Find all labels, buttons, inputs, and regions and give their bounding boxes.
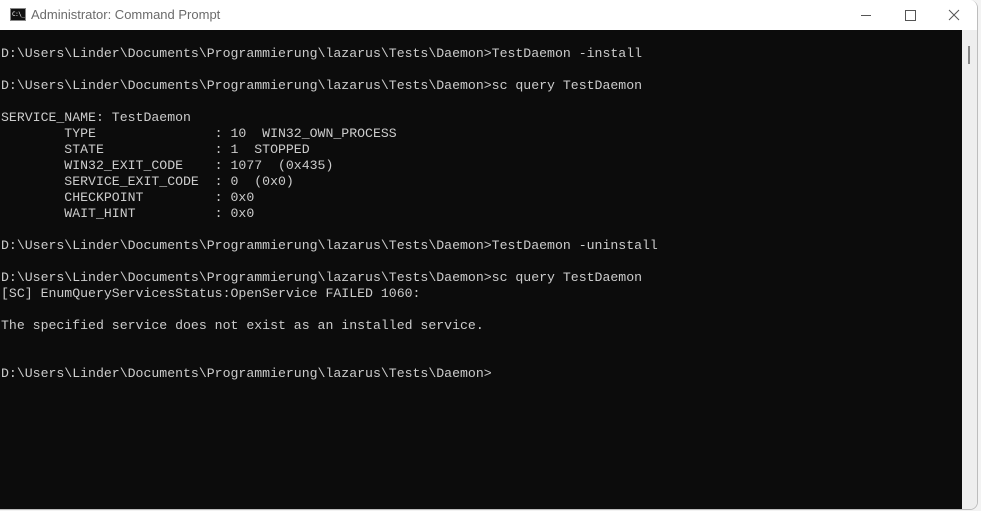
title-bar[interactable]: C:\_ Administrator: Command Prompt [0, 0, 977, 30]
console-line: SERVICE_EXIT_CODE : 0 (0x0) [1, 174, 294, 189]
window-title: Administrator: Command Prompt [31, 7, 221, 22]
console-output[interactable]: D:\Users\Linder\Documents\Programmierung… [0, 30, 962, 509]
maximize-icon [904, 9, 916, 21]
console-line: [SC] EnumQueryServicesStatus:OpenService… [1, 286, 421, 301]
console-line: D:\Users\Linder\Documents\Programmierung… [1, 238, 658, 253]
console-line: TYPE : 10 WIN32_OWN_PROCESS [1, 126, 397, 141]
maximize-button[interactable] [887, 0, 933, 30]
console-line: STATE : 1 STOPPED [1, 142, 310, 157]
console-line: D:\Users\Linder\Documents\Programmierung… [1, 270, 643, 285]
console-line: WAIT_HINT : 0x0 [1, 206, 255, 221]
console-line: D:\Users\Linder\Documents\Programmierung… [1, 46, 643, 61]
console-line: D:\Users\Linder\Documents\Programmierung… [1, 366, 492, 381]
minimize-icon [861, 14, 871, 16]
command-prompt-window: C:\_ Administrator: Command Prompt D:\Us… [0, 0, 978, 510]
app-icon-text: C:\_ [12, 11, 25, 18]
close-button[interactable] [931, 0, 977, 30]
console-line: SERVICE_NAME: TestDaemon [1, 110, 191, 125]
minimize-button[interactable] [843, 0, 889, 30]
console-line: CHECKPOINT : 0x0 [1, 190, 255, 205]
vertical-scrollbar[interactable] [962, 30, 977, 509]
console-line: D:\Users\Linder\Documents\Programmierung… [1, 78, 643, 93]
console-line: The specified service does not exist as … [1, 318, 484, 333]
command-prompt-icon[interactable]: C:\_ [10, 8, 26, 21]
console-lines: D:\Users\Linder\Documents\Programmierung… [1, 46, 658, 382]
console-line: WIN32_EXIT_CODE : 1077 (0x435) [1, 158, 334, 173]
close-icon [948, 9, 960, 21]
scrollbar-thumb[interactable] [968, 46, 970, 64]
